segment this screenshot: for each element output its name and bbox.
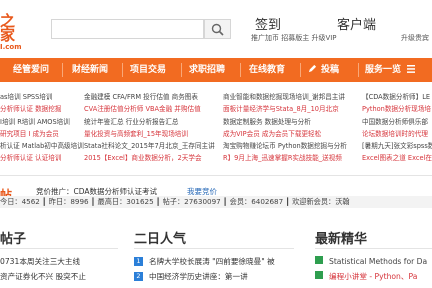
nav-divider <box>240 63 241 77</box>
grid-link[interactable]: R】9月上海_迅速掌握R实战技能_送视频 <box>223 152 347 164</box>
grid-link[interactable]: 商业智能和数据挖掘现场培训_谢邦昌主讲 <box>223 91 347 103</box>
rank-badge: 2 <box>134 272 143 281</box>
list-item-text: 名牌大学校长展涛 "四前要徐晓曼" 被 <box>149 257 275 266</box>
list-item-text: 编程小讲堂 - Python、Pa <box>329 272 418 281</box>
nav-item-submit[interactable]: 投稿 <box>308 58 339 82</box>
nav-divider <box>62 63 63 77</box>
logo-text: 之家 <box>0 12 16 44</box>
grid-link[interactable]: 金融建模 CFA/FRM 投行估值 商务图表 <box>84 91 215 103</box>
nav-item-aiwen[interactable]: 经管爱问 <box>13 58 49 82</box>
list-item[interactable]: 2 中国经济学历史讲座：第一讲 <box>134 271 248 282</box>
grid-link[interactable]: 析认证 Matlab初中高级培训 <box>0 140 84 152</box>
nav-services-label: 服务一览 <box>365 65 402 75</box>
client-link[interactable]: 客户端 <box>337 14 376 33</box>
site-stats: 今日：4562 ┃ 昨日：8996 ┃ 最高日：301625 ┃ 帖子：2763… <box>0 196 432 208</box>
search-icon <box>211 23 224 36</box>
link-column-3: 商业智能和数据挖掘现场培训_谢邦昌主讲 面板计量经济学与Stata_8月_10月… <box>223 91 347 165</box>
grid-link[interactable]: 中国数据分析师俱乐部 <box>362 116 432 128</box>
list-item-text: 中国经济学历史讲座：第一讲 <box>149 272 248 281</box>
list-item-text: Statistical Methods for Da <box>329 257 428 266</box>
list-item[interactable]: 0731本周关注三大主线 <box>0 256 80 267</box>
nav-item-jobs[interactable]: 求职招聘 <box>189 58 225 82</box>
grid-link[interactable]: as培训 SPSS培训 <box>0 91 84 103</box>
nav-submit-label: 投稿 <box>321 65 340 75</box>
list-item[interactable]: 资产证券化不兴 股突不止 <box>0 271 86 282</box>
link-column-4: 【CDA数据分析师】LE Python数据分析现场培 中国数据分析师俱乐部 论坛… <box>362 91 432 165</box>
bullet-square-icon <box>315 271 323 279</box>
section-title-featured: 最新精华 <box>315 232 368 247</box>
signin-link[interactable]: 签到 <box>255 14 281 33</box>
rank-badge: 1 <box>134 257 143 266</box>
grid-link[interactable]: Ⅰ培训 R培训 AMOS培训 <box>0 116 84 128</box>
vip-link[interactable]: 升级贵宾 <box>401 33 429 43</box>
nav-divider <box>181 63 182 77</box>
site-logo[interactable]: 之家 I.com <box>0 14 22 52</box>
main-nav: 经管爱问 财经新闻 项目交易 求职招聘 在线教育 投稿 服务一览 <box>0 58 432 82</box>
nav-divider <box>358 63 359 77</box>
grid-link[interactable]: 论坛数据培训时的代理 <box>362 128 432 140</box>
grid-link[interactable]: 数据定制服务 数据处理与分析 <box>223 116 347 128</box>
nav-item-trade[interactable]: 项目交易 <box>130 58 166 82</box>
nav-item-education[interactable]: 在线教育 <box>249 58 285 82</box>
search-input[interactable] <box>51 19 204 39</box>
grid-link[interactable]: 2015【Excel】商业数据分析，2天学会 <box>84 152 215 164</box>
search-button[interactable] <box>204 19 231 39</box>
nav-item-news[interactable]: 财经新闻 <box>72 58 108 82</box>
grid-link[interactable]: 统计年鉴汇总 行业分析报告汇总 <box>84 116 215 128</box>
grid-link[interactable]: 【CDA数据分析师】LE <box>362 91 432 103</box>
section-title-popular: 二日人气 <box>134 232 187 247</box>
grid-link[interactable]: Stata社科论文_2015年7月北京_王存同主讲 <box>84 140 215 152</box>
divider <box>0 248 118 249</box>
link-column-2: 金融建模 CFA/FRM 投行估值 商务图表 CVA注册估值分析师 VBA金融 … <box>84 91 215 165</box>
header-sub-links[interactable]: 推广加币 招募版主 升级VIP <box>251 33 337 43</box>
menu-icon <box>407 65 416 73</box>
list-item[interactable]: 编程小讲堂 - Python、Pa <box>315 271 432 282</box>
section-title-posts: 帖子 <box>0 232 27 247</box>
nav-item-services[interactable]: 服务一览 <box>365 58 416 82</box>
grid-link[interactable]: 分析师认证 数据挖掘 <box>0 103 84 115</box>
bullet-square-icon <box>315 256 323 264</box>
divider <box>0 175 432 176</box>
grid-link[interactable]: 成为VIP会员 成为会员下载更轻松 <box>223 128 347 140</box>
divider <box>134 248 294 249</box>
grid-link[interactable]: 研究项目 Ⅰ 成为会员 <box>0 128 84 140</box>
grid-link[interactable]: 面板计量经济学与Stata_8月_10月北京 <box>223 103 347 115</box>
divider <box>315 248 432 249</box>
grid-link[interactable]: 分析师认证 认证培训 <box>0 152 84 164</box>
nav-divider <box>300 63 301 77</box>
pencil-icon <box>308 64 317 73</box>
grid-link[interactable]: Excel图表之道 Excel在 <box>362 152 432 164</box>
grid-link[interactable]: 淘宝购物赚论坛币 Python数据挖掘与分析 <box>223 140 347 152</box>
grid-link[interactable]: [暑期九天]张文彩spss数 <box>362 140 432 152</box>
list-item[interactable]: 1 名牌大学校长展涛 "四前要徐晓曼" 被 <box>134 256 275 267</box>
grid-link[interactable]: Python数据分析现场培 <box>362 103 432 115</box>
logo-subtext: I.com <box>0 43 22 51</box>
nav-divider <box>122 63 123 77</box>
grid-link[interactable]: 量化投资与高频套利_15年现场培训 <box>84 128 215 140</box>
list-item[interactable]: Statistical Methods for Da <box>315 256 432 266</box>
grid-link[interactable]: CVA注册估值分析师 VBA金融 并购估值 <box>84 103 215 115</box>
link-column-1: as培训 SPSS培训 分析师认证 数据挖掘 Ⅰ培训 R培训 AMOS培训 研究… <box>0 91 84 165</box>
